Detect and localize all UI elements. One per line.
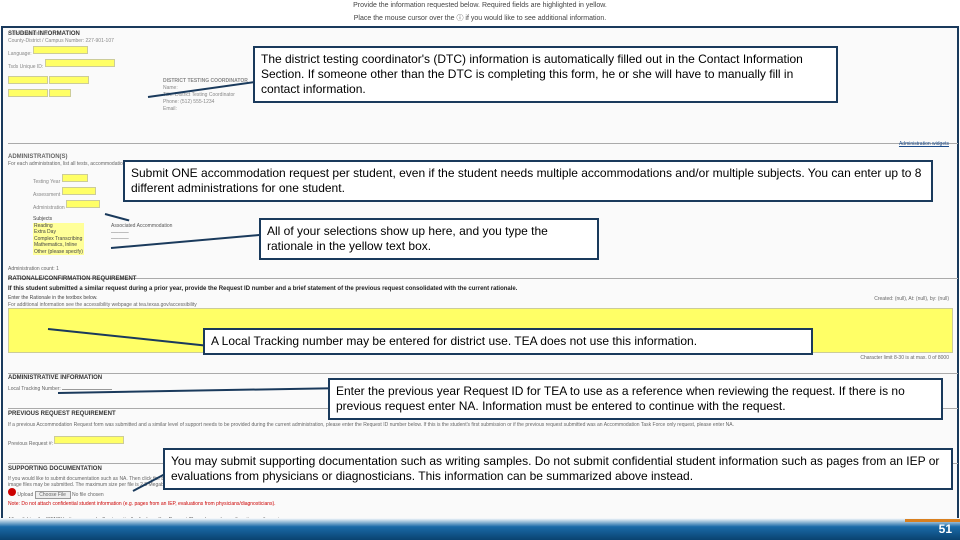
- dtc-name-label: Name:: [163, 85, 178, 91]
- prev-request-text: If a previous Accommodation Request form…: [8, 422, 938, 428]
- header-instruction-2: Place the mouse cursor over the ⓘ if you…: [0, 11, 960, 25]
- accommodation-block: Associated Accommodation ───── ─────: [111, 223, 172, 243]
- callout-line: [105, 213, 130, 221]
- admin-selectors: Testing Year Assessment Administration: [33, 173, 113, 212]
- callout-supporting-docs: You may submit supporting documentation …: [163, 448, 953, 490]
- callout-one-request: Submit ONE accommodation request per stu…: [123, 160, 933, 202]
- name-field-1[interactable]: [8, 76, 48, 84]
- assessment-field[interactable]: [62, 187, 96, 195]
- subject-item[interactable]: Other (please specify): [33, 249, 84, 256]
- administration-field[interactable]: [66, 200, 100, 208]
- prev-request-heading: PREVIOUS REQUEST REQUIREMENT: [8, 411, 116, 417]
- year-field[interactable]: [62, 174, 88, 182]
- admin-widget-link[interactable]: Administration widgets: [899, 141, 949, 147]
- rationale-sub2: Enter the Rationale in the textbox below…: [8, 295, 98, 301]
- rationale-heading: RATIONALE/CONFIRMATION REQUIREMENT: [8, 276, 136, 282]
- created-info: Created: (null), At: (null), by: (null): [874, 296, 949, 302]
- page-number: 51: [939, 522, 952, 536]
- callout-local-tracking: A Local Tracking number may be entered f…: [203, 328, 813, 355]
- support-doc-heading: SUPPORTING DOCUMENTATION: [8, 466, 102, 472]
- language-label: Language:: [8, 51, 32, 57]
- callout-prev-request: Enter the previous year Request ID for T…: [328, 378, 943, 420]
- footer-bar: [0, 518, 960, 540]
- subjects-block: Subjects Reading Extra Day Complex Trans…: [33, 216, 84, 255]
- form-screenshot: STUDENT INFORMATION District: Austin ISD…: [1, 26, 959, 536]
- prev-request-field-label: Previous Request #:: [8, 435, 124, 447]
- subject-item[interactable]: Mathematics, Inline: [33, 242, 84, 249]
- campus-label: County-District / Campus Number: 227-901…: [8, 38, 128, 45]
- admin-info-heading: ADMINISTRATIVE INFORMATION: [8, 375, 102, 381]
- prev-request-field[interactable]: [54, 436, 124, 444]
- rationale-sub1: If this student submitted a similar requ…: [8, 286, 517, 292]
- dtc-email-label: Email:: [163, 106, 283, 113]
- callout-dtc-info: The district testing coordinator's (DTC)…: [253, 46, 838, 103]
- dob-field[interactable]: [8, 89, 48, 97]
- char-count: Character limit 8-30 is at max. 0 of 800…: [860, 355, 949, 361]
- callout-selections: All of your selections show up here, and…: [259, 218, 599, 260]
- confidential-note: Note: Do not attach confidential student…: [8, 501, 276, 507]
- student-info-block: District: Austin ISD County-District / C…: [8, 31, 128, 101]
- admin-count: Administration count: 1: [8, 266, 59, 272]
- tsds-field[interactable]: [45, 59, 115, 67]
- header-instruction-1: Provide the information requested below.…: [0, 0, 960, 11]
- upload-row: Upload Choose File No file chosen: [8, 488, 104, 499]
- choose-file-button[interactable]: Choose File: [35, 491, 71, 499]
- name-field-2[interactable]: [49, 76, 89, 84]
- language-field[interactable]: [33, 46, 88, 54]
- tsds-label: Tsds Unique ID:: [8, 64, 43, 70]
- district-label: District: Austin ISD: [8, 31, 128, 38]
- grade-field[interactable]: [49, 89, 71, 97]
